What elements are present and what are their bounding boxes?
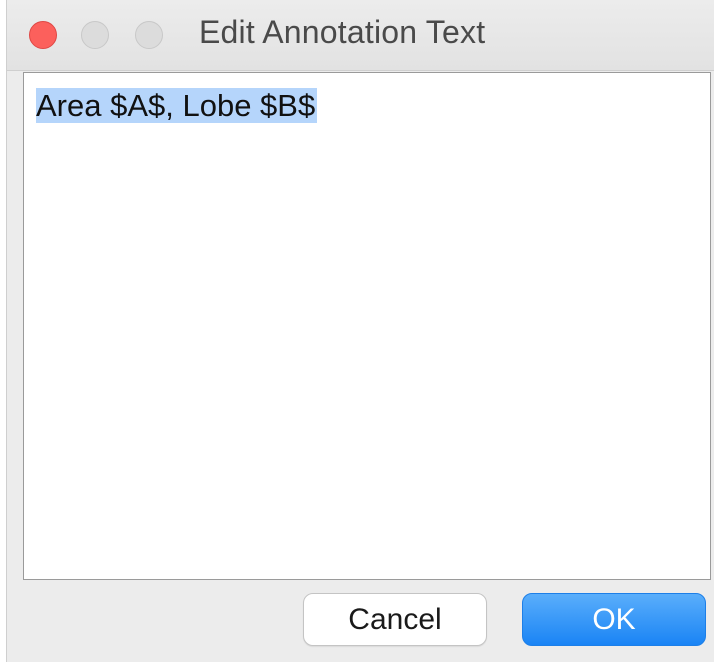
ok-button[interactable]: OK: [522, 593, 706, 646]
title-bar: Edit Annotation Text: [7, 0, 714, 71]
close-icon[interactable]: [29, 21, 57, 49]
cancel-button[interactable]: Cancel: [303, 593, 487, 646]
dialog-window: Edit Annotation Text Area $A$, Lobe $B$ …: [6, 0, 714, 662]
minimize-icon[interactable]: [81, 21, 109, 49]
selected-annotation-text[interactable]: Area $A$, Lobe $B$: [36, 88, 318, 123]
zoom-icon[interactable]: [135, 21, 163, 49]
annotation-text-field[interactable]: Area $A$, Lobe $B$: [23, 72, 711, 580]
window-title: Edit Annotation Text: [199, 14, 486, 50]
